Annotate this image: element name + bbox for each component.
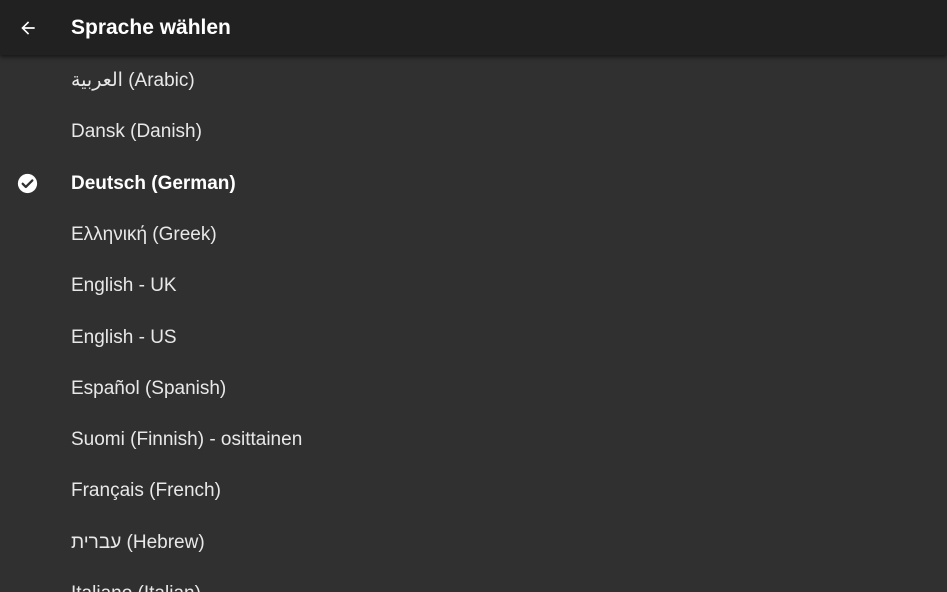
page-title: Sprache wählen [71, 16, 231, 39]
language-item[interactable]: Español (Spanish) [0, 363, 947, 414]
language-label: Dansk (Danish) [71, 121, 202, 143]
language-item[interactable]: Italiano (Italian) [0, 568, 947, 592]
language-item[interactable]: English - UK [0, 260, 947, 311]
language-item[interactable]: עברית (Hebrew) [0, 517, 947, 568]
language-label: Italiano (Italian) [71, 568, 201, 592]
language-item[interactable]: Français (French) [0, 465, 947, 516]
check-circle-icon [17, 173, 38, 193]
language-label: العربية (Arabic) [71, 70, 195, 91]
language-item[interactable]: Deutsch (German) [0, 158, 947, 209]
language-label: Español (Spanish) [71, 377, 227, 399]
language-label: עברית (Hebrew) [71, 531, 205, 553]
language-label: Deutsch (German) [71, 172, 236, 194]
arrow-left-icon [21, 21, 35, 35]
language-list: العربية (Arabic) Dansk (Danish) Deutsch (G… [0, 55, 947, 592]
back-button[interactable] [6, 6, 50, 50]
language-label: English - US [71, 326, 177, 348]
language-label: Français (French) [71, 480, 221, 502]
language-label: Suomi (Finnish) - osittainen [71, 429, 303, 451]
app-bar: Sprache wählen [0, 0, 947, 55]
language-item[interactable]: Suomi (Finnish) - osittainen [0, 414, 947, 465]
language-item[interactable]: Dansk (Danish) [0, 106, 947, 157]
language-label: English - UK [71, 275, 177, 297]
language-item[interactable]: English - US [0, 312, 947, 363]
language-item[interactable]: Ελληνική (Greek) [0, 209, 947, 260]
language-item[interactable]: العربية (Arabic) [0, 55, 947, 106]
language-label: Ελληνική (Greek) [71, 223, 217, 245]
